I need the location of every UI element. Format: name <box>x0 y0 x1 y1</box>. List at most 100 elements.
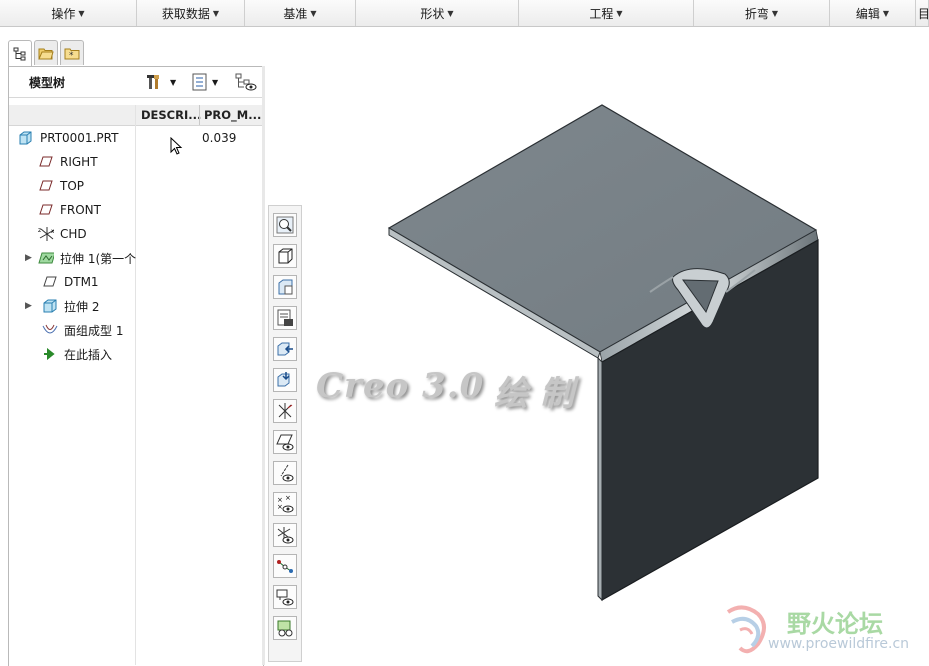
panel-title: 模型树 <box>29 75 66 90</box>
orient-in-button[interactable] <box>273 337 297 361</box>
form-icon <box>42 322 58 338</box>
datum-plane-icon <box>38 202 54 218</box>
tree-label: TOP <box>60 179 85 193</box>
view-manager-icon <box>278 279 293 295</box>
tree-filter-button[interactable] <box>235 72 257 92</box>
zoom-icon <box>276 216 294 234</box>
tree-label: 拉伸 1(第一个 <box>60 251 137 266</box>
csys-display-icon <box>277 527 294 544</box>
watermark-text-2: 绘 制 <box>494 374 574 414</box>
settings-dropdown[interactable]: ▼ <box>147 72 176 92</box>
zoom-button[interactable] <box>273 213 297 237</box>
column-description[interactable]: DESCRI... <box>141 105 201 125</box>
tree-row-right[interactable]: RIGHT <box>9 151 263 173</box>
forum-logo-text: 野火论坛 <box>787 610 883 638</box>
chevron-down-icon: ▼ <box>212 77 219 87</box>
chevron-down-icon: ▼ <box>170 77 177 87</box>
insert-here-arrow-icon <box>42 346 58 362</box>
orient-out-button[interactable] <box>273 368 297 392</box>
datum-display-button[interactable] <box>273 399 297 423</box>
tree-row-insert-here[interactable]: 在此插入 <box>9 343 263 365</box>
tree-row-dtm1[interactable]: DTM1 <box>9 271 263 293</box>
panel-header: 模型树 ▼ ▼ <box>9 67 263 98</box>
tree-row-form[interactable]: 面组成型 1 <box>9 319 263 341</box>
model-display-button[interactable] <box>273 616 297 640</box>
menu-get-data[interactable]: 获取数据 ▼ <box>137 0 245 26</box>
svg-text:x: x <box>51 228 54 235</box>
tree-label: RIGHT <box>60 155 98 169</box>
spin-center-button[interactable] <box>273 554 297 578</box>
tab-favorites[interactable]: * <box>60 40 84 65</box>
part-icon <box>17 130 33 146</box>
tab-folder-browser[interactable] <box>34 40 58 65</box>
datum-axes-display-icon <box>278 403 293 419</box>
tree-row-extrude-1[interactable]: ▶ 拉伸 1(第一个 <box>9 247 263 269</box>
datum-plane-icon <box>38 154 54 170</box>
tree-label: PRT0001.PRT <box>40 131 119 145</box>
tree-row-front[interactable]: FRONT <box>9 199 263 221</box>
panel-splitter[interactable] <box>262 66 265 665</box>
plane-display-button[interactable] <box>273 430 297 454</box>
orient-out-icon <box>277 372 290 387</box>
column-pro-mass[interactable]: PRO_M... <box>204 105 261 125</box>
svg-text:z: z <box>38 227 41 234</box>
tree-row-part[interactable]: PRT0001.PRT 0.039 <box>9 127 263 149</box>
csys-display-button[interactable] <box>273 523 297 547</box>
menu-operations[interactable]: 操作 ▼ <box>0 0 137 26</box>
watermark-text: Creo 3.0 <box>316 366 485 406</box>
svg-text:×: × <box>277 503 283 511</box>
menu-bar: 操作 ▼ 获取数据 ▼ 基准 ▼ 形状 ▼ 工程 ▼ 折弯 ▼ 编辑 ▼ 目 <box>0 0 929 27</box>
expand-arrow-icon[interactable]: ▶ <box>25 253 32 263</box>
coordinate-system-icon: zx <box>38 226 54 242</box>
folder-icon <box>38 48 54 60</box>
menu-datum[interactable]: 基准 ▼ <box>245 0 356 26</box>
model-tree-display-icon <box>277 620 293 637</box>
spin-center-icon <box>277 560 293 573</box>
point-display-icon: × ×× <box>277 495 294 513</box>
expand-arrow-icon[interactable]: ▶ <box>25 301 32 311</box>
tools-icon <box>147 75 159 89</box>
view-box-button[interactable] <box>273 244 297 268</box>
model-tree-icon <box>13 47 26 61</box>
graphics-canvas[interactable] <box>300 26 929 665</box>
tree-label: FRONT <box>60 203 101 217</box>
annotation-display-icon <box>276 589 294 606</box>
menu-bend[interactable]: 折弯 ▼ <box>694 0 830 26</box>
annotation-display-button[interactable] <box>273 585 297 609</box>
tab-model-tree[interactable] <box>8 40 32 67</box>
tree-filter-icon <box>235 73 257 91</box>
favorites-icon: * <box>64 48 80 61</box>
extrude-icon <box>42 298 58 314</box>
tree-row-extrude-2[interactable]: ▶ 拉伸 2 <box>9 295 263 317</box>
view-manager-button[interactable] <box>273 275 297 299</box>
tree-column-header: DESCRI... PRO_M... <box>9 105 263 126</box>
datum-plane-icon <box>42 274 58 290</box>
navigator-tabs: * <box>8 40 84 67</box>
mass-value: 0.039 <box>202 131 237 145</box>
svg-text:×: × <box>285 495 291 502</box>
point-display-button[interactable]: × × × <box>273 492 297 516</box>
tree-label: 面组成型 1 <box>64 323 124 338</box>
mouse-cursor-icon <box>170 137 183 155</box>
tree-label: 在此插入 <box>64 347 113 362</box>
axis-display-button[interactable] <box>273 461 297 485</box>
extrude-wall-icon <box>38 250 54 266</box>
appearance-icon <box>277 309 293 326</box>
list-icon <box>192 73 207 91</box>
view-box-icon <box>278 248 293 264</box>
tree-label: DTM1 <box>64 275 99 289</box>
appearance-button[interactable] <box>273 306 297 330</box>
show-dropdown[interactable]: ▼ <box>191 72 218 92</box>
tree-row-top[interactable]: TOP <box>9 175 263 197</box>
menu-engineering[interactable]: 工程 ▼ <box>519 0 694 26</box>
model-tree-panel: 模型树 ▼ ▼ DESCRI... PRO_M... PRT0001.PRT 0… <box>8 66 264 666</box>
tree-row-csys[interactable]: zx CHD <box>9 223 263 245</box>
menu-more[interactable]: 目 <box>916 0 929 26</box>
tree-label: 拉伸 2 <box>64 299 100 314</box>
menu-editing[interactable]: 编辑 ▼ <box>830 0 916 26</box>
menu-shapes[interactable]: 形状 ▼ <box>356 0 519 26</box>
orient-in-icon <box>277 342 293 356</box>
sheet-metal-part <box>387 104 819 602</box>
forum-url: www.proewildfire.cn <box>768 636 910 652</box>
view-toolbar: × × × <box>268 205 302 662</box>
